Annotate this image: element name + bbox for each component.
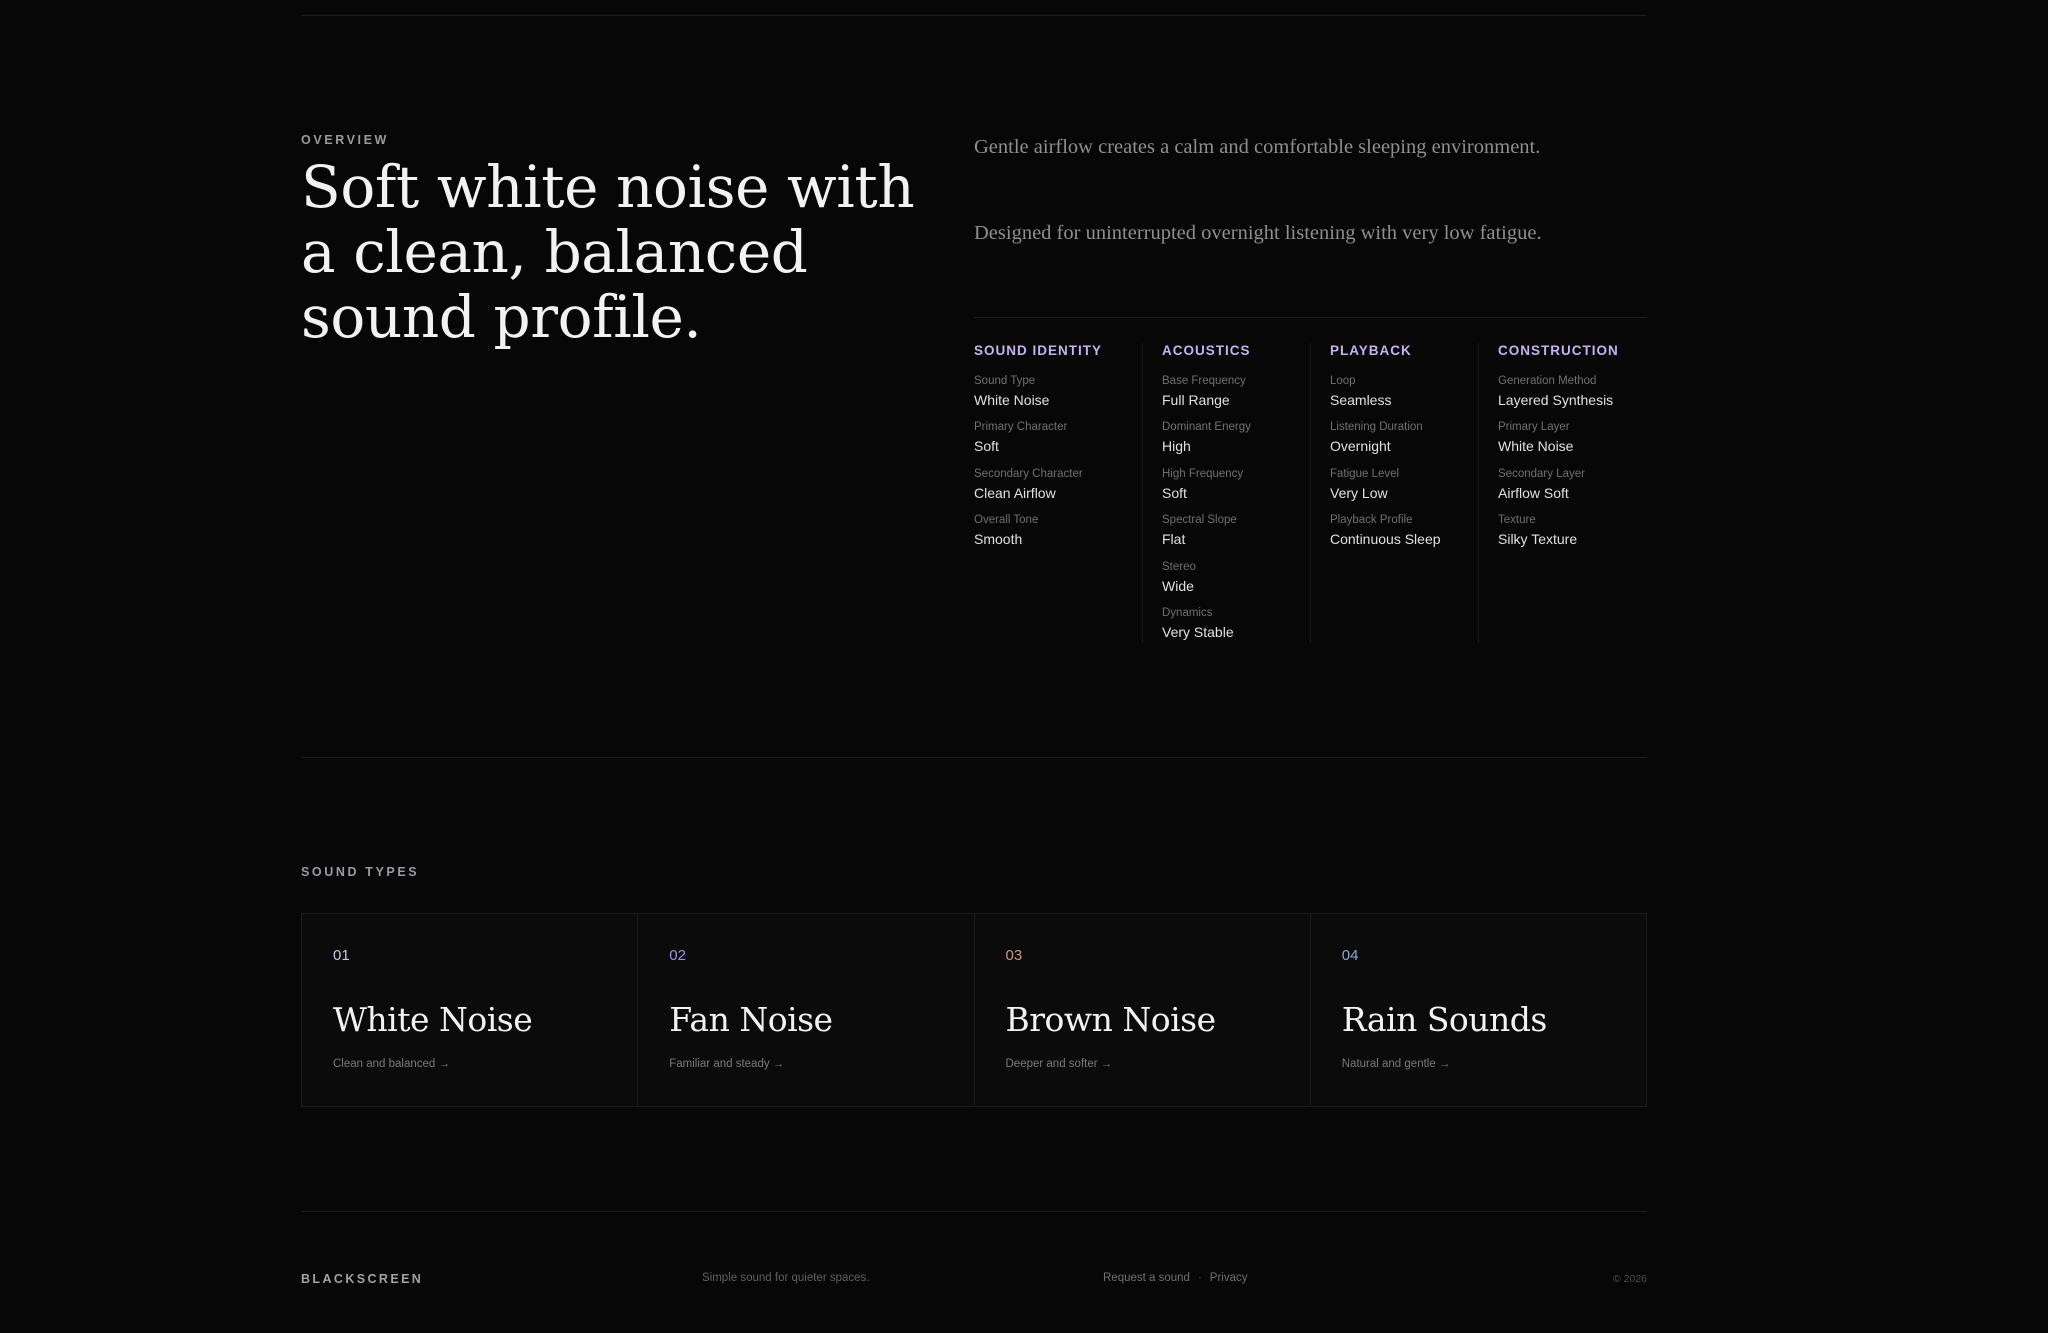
- spec-label: Stereo: [1162, 561, 1196, 573]
- card-number: 04: [1341, 947, 1359, 964]
- spec-label: Spectral Slope: [1162, 514, 1237, 526]
- spec-label: Secondary Character: [974, 468, 1083, 480]
- spec-item: Spectral Slope Flat: [1162, 513, 1237, 548]
- top-divider: [301, 15, 1647, 16]
- sound-card-fan-noise[interactable]: 02 Fan Noise Familiar and steady →: [637, 914, 974, 1106]
- spec-label: Primary Character: [974, 421, 1068, 433]
- spec-value: Smooth: [974, 531, 1023, 547]
- overview-intro-1: Gentle airflow creates a calm and comfor…: [974, 136, 1541, 158]
- spec-label: Playback Profile: [1330, 514, 1413, 526]
- footer-brand-logo[interactable]: BLACKSCREEN: [301, 1272, 423, 1286]
- spec-item: Fatigue Level Very Low: [1330, 467, 1399, 502]
- spec-value: High: [1162, 438, 1191, 454]
- spec-heading: SOUND IDENTITY: [974, 343, 1103, 358]
- spec-item: Sound Type White Noise: [974, 374, 1049, 409]
- footer-separator: ·: [1197, 1272, 1202, 1284]
- card-number: 02: [669, 947, 686, 964]
- spec-item: Loop Seamless: [1330, 374, 1391, 409]
- overview-eyebrow: OVERVIEW: [301, 133, 389, 147]
- card-link[interactable]: Clean and balanced →: [333, 1058, 450, 1070]
- spec-label: Fatigue Level: [1330, 468, 1400, 480]
- spec-label: Primary Layer: [1498, 421, 1570, 433]
- spec-column-sound-identity: SOUND IDENTITY Sound Type White Noise Pr…: [974, 343, 1142, 643]
- spec-value: Very Low: [1330, 485, 1388, 501]
- spec-item: Stereo Wide: [1162, 560, 1196, 595]
- card-link[interactable]: Deeper and softer →: [1006, 1058, 1113, 1070]
- sound-card-brown-noise[interactable]: 03 Brown Noise Deeper and softer →: [973, 914, 1310, 1106]
- spec-item: Primary Character Soft: [974, 420, 1067, 455]
- spec-value: Silky Texture: [1498, 531, 1578, 547]
- spec-item: Base Frequency Full Range: [1162, 374, 1246, 409]
- footer-links: Request a sound · Privacy: [1103, 1272, 1248, 1284]
- spec-heading: ACOUSTICS: [1162, 343, 1251, 358]
- page: OVERVIEW Soft white noise with a clean, …: [301, 0, 1647, 1333]
- spec-item: Dynamics Very Stable: [1162, 606, 1234, 641]
- spec-column-playback: PLAYBACK Loop Seamless Listening Duratio…: [1310, 343, 1478, 643]
- spec-value: Overnight: [1330, 438, 1391, 454]
- spec-label: Loop: [1330, 375, 1356, 387]
- spec-value: Continuous Sleep: [1330, 531, 1441, 547]
- overview-intro-2: Designed for uninterrupted overnight lis…: [974, 222, 1542, 244]
- spec-value: Airflow Soft: [1498, 485, 1569, 501]
- card-title: Brown Noise: [1005, 1000, 1217, 1039]
- card-link[interactable]: Familiar and steady →: [669, 1058, 784, 1070]
- card-title: Fan Noise: [669, 1000, 833, 1039]
- sound-type-cards: 01 White Noise Clean and balanced → 02 F…: [301, 913, 1647, 1107]
- card-title: White Noise: [333, 1000, 533, 1039]
- spec-heading: PLAYBACK: [1330, 343, 1412, 358]
- footer-tagline: Simple sound for quieter spaces.: [702, 1272, 870, 1284]
- section-divider: [301, 757, 1647, 758]
- spec-column-construction: CONSTRUCTION Generation Method Layered S…: [1478, 343, 1648, 643]
- spec-item: Overall Tone Smooth: [974, 513, 1038, 548]
- spec-item: Primary Layer White Noise: [1498, 420, 1573, 455]
- card-number: 01: [333, 947, 350, 964]
- spec-label: Listening Duration: [1330, 421, 1423, 433]
- card-link[interactable]: Natural and gentle →: [1342, 1058, 1451, 1070]
- spec-value: Very Stable: [1162, 624, 1234, 640]
- spec-value: Flat: [1162, 531, 1186, 547]
- spec-value: Layered Synthesis: [1498, 392, 1614, 408]
- spec-item: Texture Silky Texture: [1498, 513, 1577, 548]
- spec-label: Dynamics: [1162, 607, 1213, 619]
- card-number: 03: [1005, 947, 1023, 964]
- sound-card-rain-sounds[interactable]: 04 Rain Sounds Natural and gentle →: [1309, 914, 1646, 1106]
- spec-item: Playback Profile Continuous Sleep: [1330, 513, 1441, 548]
- spec-value: White Noise: [1498, 438, 1574, 454]
- privacy-link[interactable]: Privacy: [1210, 1272, 1248, 1284]
- spec-value: Clean Airflow: [974, 485, 1056, 501]
- spec-heading: CONSTRUCTION: [1498, 343, 1619, 358]
- spec-item: Secondary Layer Airflow Soft: [1498, 467, 1585, 502]
- spec-value: Soft: [974, 438, 999, 454]
- footer-divider: [301, 1211, 1647, 1212]
- spec-item: High Frequency Soft: [1162, 467, 1243, 502]
- spec-label: Overall Tone: [974, 514, 1039, 526]
- spec-grid: SOUND IDENTITY Sound Type White Noise Pr…: [974, 343, 1647, 643]
- spec-column-acoustics: ACOUSTICS Base Frequency Full Range Domi…: [1142, 343, 1310, 643]
- spec-label: Texture: [1498, 514, 1536, 526]
- spec-item: Listening Duration Overnight: [1330, 420, 1423, 455]
- spec-value: Seamless: [1330, 392, 1392, 408]
- spec-value: Wide: [1162, 578, 1194, 594]
- overview-headline: Soft white noise with a clean, balanced …: [301, 153, 915, 351]
- spec-item: Dominant Energy High: [1162, 420, 1251, 455]
- spec-value: Full Range: [1162, 392, 1230, 408]
- spec-label: Base Frequency: [1162, 375, 1246, 387]
- spec-label: Dominant Energy: [1162, 421, 1251, 433]
- spec-item: Secondary Character Clean Airflow: [974, 467, 1083, 502]
- spec-value: Soft: [1162, 485, 1187, 501]
- spec-value: White Noise: [974, 392, 1050, 408]
- specs-divider: [974, 317, 1647, 318]
- spec-label: Secondary Layer: [1498, 468, 1585, 480]
- request-sound-link[interactable]: Request a sound: [1103, 1272, 1190, 1284]
- card-title: Rain Sounds: [1341, 1000, 1548, 1039]
- spec-label: High Frequency: [1162, 468, 1244, 480]
- spec-label: Sound Type: [974, 375, 1036, 387]
- spec-label: Generation Method: [1498, 375, 1597, 387]
- sound-types-eyebrow: SOUND TYPES: [301, 865, 420, 879]
- footer-copyright: © 2026: [1612, 1273, 1647, 1285]
- sound-card-white-noise[interactable]: 01 White Noise Clean and balanced →: [302, 914, 638, 1106]
- spec-item: Generation Method Layered Synthesis: [1498, 374, 1613, 409]
